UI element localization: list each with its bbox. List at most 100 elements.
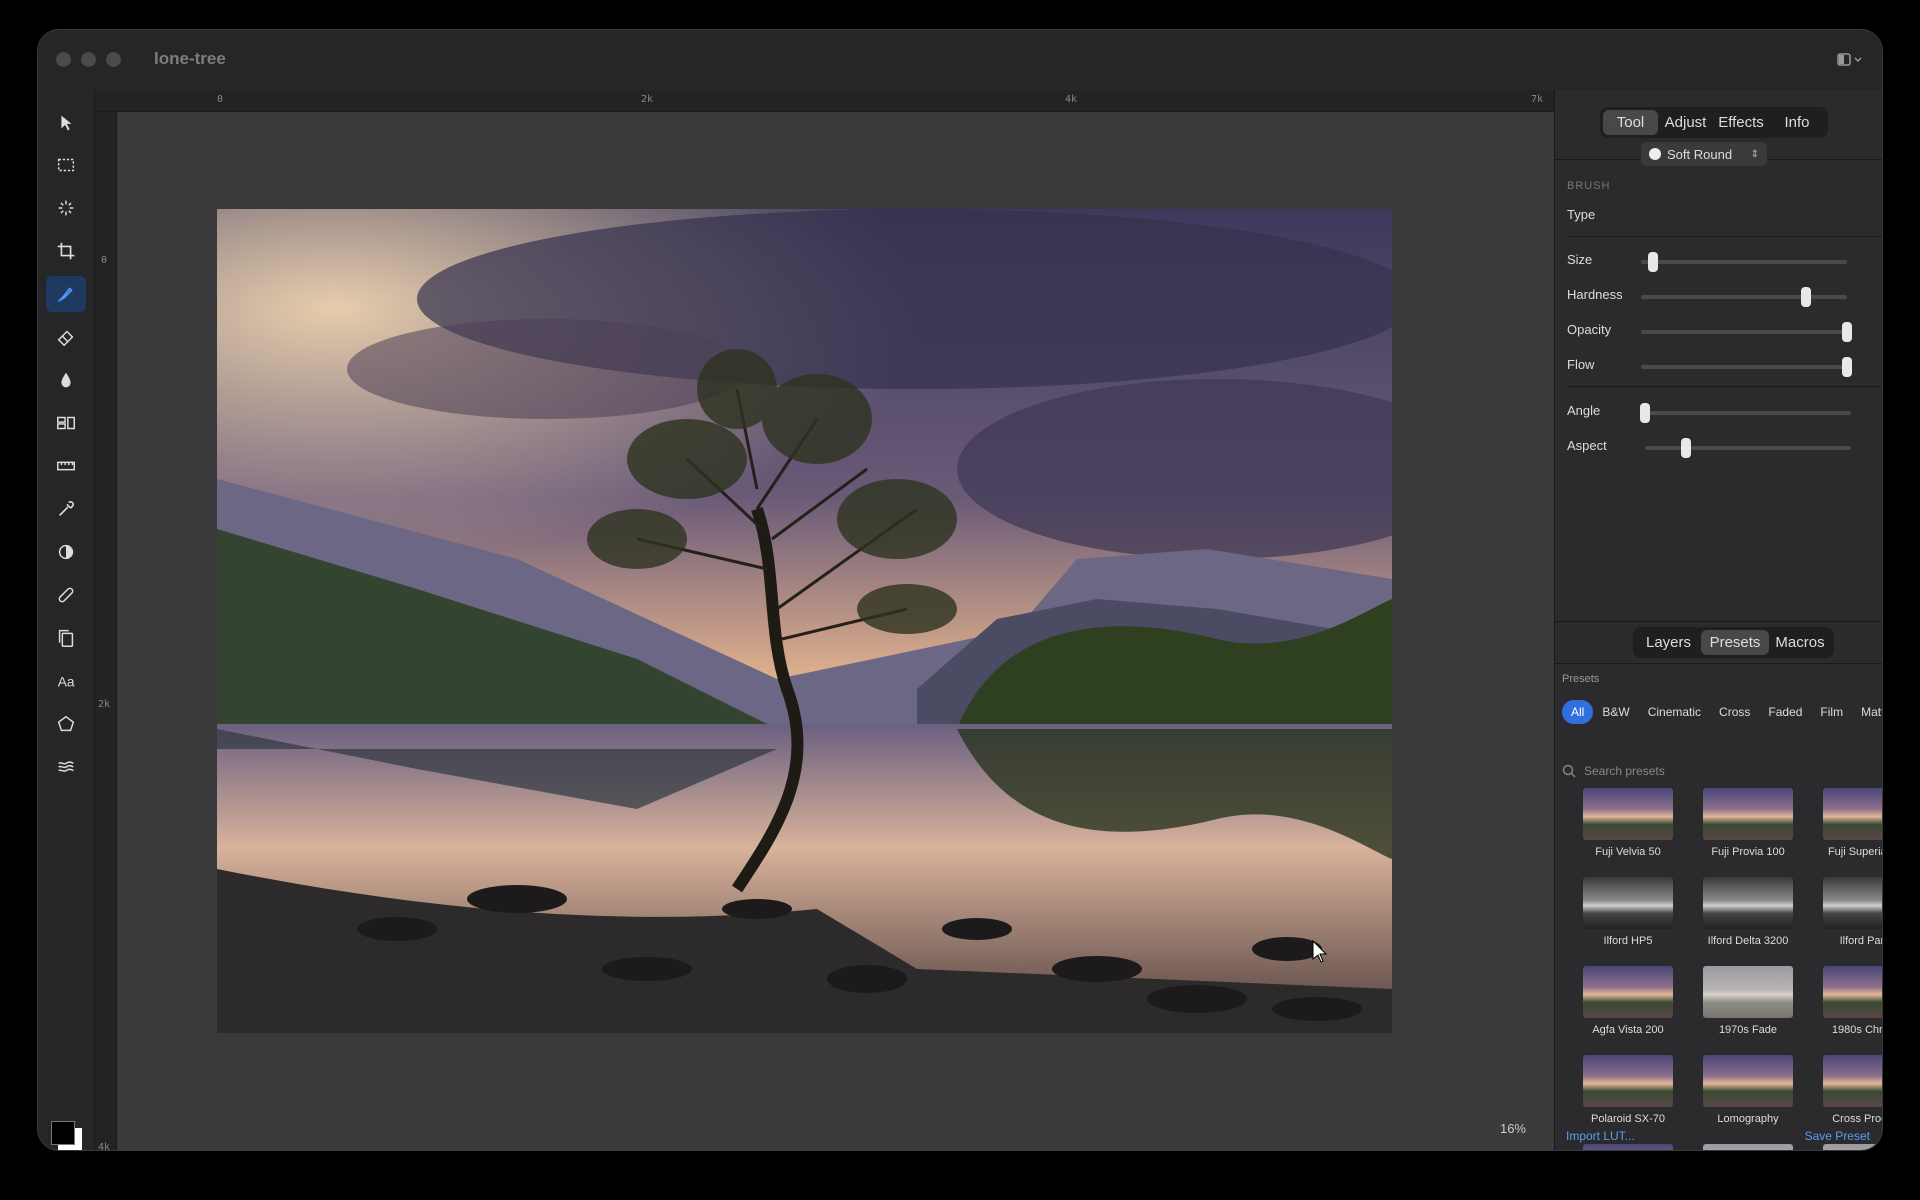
preset-item[interactable]: Cross Process <box>1808 1055 1882 1125</box>
filter-cinematic[interactable]: Cinematic <box>1639 700 1710 724</box>
slider-label: Flow <box>1567 357 1595 372</box>
preset-item[interactable]: Fuji Velvia 50 <box>1568 788 1688 858</box>
import-lut-link[interactable]: Import LUT... <box>1566 1129 1635 1143</box>
preset-name: Ilford Pan F <box>1839 935 1882 947</box>
preset-item[interactable]: Agfa Vista 200 <box>1568 966 1688 1036</box>
slider-label: Aspect <box>1567 438 1607 453</box>
filter-bw[interactable]: B&W <box>1593 700 1638 724</box>
marquee-tool[interactable] <box>46 147 86 183</box>
preset-name: 1970s Fade <box>1718 1024 1778 1036</box>
preset-item[interactable]: Polaroid SX-70 <box>1568 1055 1688 1125</box>
filter-matte[interactable]: Matte <box>1852 700 1882 724</box>
document-image[interactable] <box>217 209 1392 1033</box>
ruler-label: 2k <box>98 699 111 710</box>
slider-knob[interactable] <box>1640 403 1650 423</box>
preset-item[interactable]: Ilford HP5 <box>1568 877 1688 947</box>
measure-tool[interactable] <box>46 448 86 484</box>
preset-thumbnail <box>1703 966 1793 1018</box>
crop-tool[interactable] <box>46 233 86 269</box>
preset-name: Ilford Delta 3200 <box>1707 935 1789 947</box>
preset-item[interactable]: Lomography <box>1688 1055 1808 1125</box>
slider-label: Hardness <box>1567 287 1623 302</box>
divider <box>1554 621 1882 622</box>
zoom-button[interactable] <box>106 52 121 67</box>
preset-thumbnail <box>1823 966 1882 1018</box>
vertical-ruler: 0 2k 4k <box>95 112 117 1150</box>
divider <box>1567 386 1882 387</box>
text-tool[interactable]: Aa <box>46 663 86 699</box>
filter-cross[interactable]: Cross <box>1710 700 1759 724</box>
library-tabs: Layers Presets Macros <box>1633 627 1834 658</box>
preset-name: Fuji Velvia 50 <box>1595 846 1661 858</box>
ruler-label: 7k <box>1531 94 1544 105</box>
eraser-tool[interactable] <box>46 319 86 355</box>
tab-adjust[interactable]: Adjust <box>1658 110 1713 135</box>
zoom-level[interactable]: 16% <box>1500 1121 1526 1136</box>
heal-tool[interactable] <box>46 577 86 613</box>
preset-item[interactable]: Fuji Provia 100 <box>1688 788 1808 858</box>
brush-type-select[interactable]: Soft Round ⇕ <box>1641 142 1767 166</box>
slider-knob[interactable] <box>1648 252 1659 272</box>
magic-wand-icon <box>58 200 74 216</box>
preset-item[interactable]: 1970s Fade <box>1688 966 1808 1036</box>
preset-item[interactable]: Fuji Superia 400 <box>1808 788 1882 858</box>
slider-track[interactable] <box>1641 322 1852 342</box>
tab-info[interactable]: Info <box>1769 110 1825 135</box>
brush-tool[interactable] <box>46 276 86 312</box>
slider-track[interactable] <box>1645 438 1851 458</box>
clone-tool[interactable] <box>46 620 86 656</box>
text-icon: Aa <box>58 675 75 690</box>
eyedropper-tool[interactable] <box>46 491 86 527</box>
preset-item[interactable]: Ilford Delta 3200 <box>1688 877 1808 947</box>
preset-item[interactable]: Ilford Pan F <box>1808 877 1882 947</box>
tab-effects[interactable]: Effects <box>1713 110 1769 135</box>
slider-track[interactable] <box>1641 287 1847 307</box>
eyedropper-icon <box>58 501 74 517</box>
preset-search[interactable]: Search presets <box>1562 764 1665 778</box>
marquee-icon <box>57 158 75 172</box>
preset-name: 1980s Chrome <box>1831 1024 1883 1036</box>
tab-presets[interactable]: Presets <box>1701 630 1769 655</box>
filter-all[interactable]: All <box>1562 700 1594 724</box>
slider-track[interactable] <box>1641 252 1847 272</box>
blur-tool[interactable] <box>46 362 86 398</box>
slider-track[interactable] <box>1641 357 1852 377</box>
slider-value: 1.00 <box>1850 439 1882 453</box>
contrast-tool[interactable] <box>46 534 86 570</box>
preset-name: Agfa Vista 200 <box>1592 1024 1664 1036</box>
slider-value: 100% <box>1850 358 1882 372</box>
view-toggle-button[interactable] <box>1830 45 1870 75</box>
foreground-color-swatch[interactable] <box>51 1121 75 1145</box>
ruler-label: 0 <box>217 94 224 105</box>
preset-thumbnail <box>1583 1055 1673 1107</box>
search-icon <box>1562 764 1576 778</box>
preset-thumbnail <box>1583 788 1673 840</box>
slider-knob[interactable] <box>1800 287 1811 307</box>
landscape-photo <box>217 209 1392 1033</box>
bandage-icon <box>58 587 74 603</box>
tab-macros[interactable]: Macros <box>1769 630 1831 655</box>
polygon-icon <box>57 715 75 732</box>
ruler-label: 2k <box>641 94 654 105</box>
close-button[interactable] <box>56 52 71 67</box>
select-tool[interactable] <box>46 105 86 141</box>
shape-tool[interactable] <box>46 706 86 742</box>
filter-film[interactable]: Film <box>1811 700 1852 724</box>
drop-icon <box>61 372 71 388</box>
contrast-icon <box>58 544 74 560</box>
crop-icon <box>57 242 75 260</box>
slider-knob[interactable] <box>1681 438 1692 458</box>
filter-faded[interactable]: Faded <box>1759 700 1811 724</box>
slider-track[interactable] <box>1640 403 1851 423</box>
magic-wand-tool[interactable] <box>46 190 86 226</box>
save-preset-link[interactable]: Save Preset <box>1805 1129 1870 1143</box>
preset-item[interactable]: 1980s Chrome <box>1808 966 1883 1036</box>
tab-tool[interactable]: Tool <box>1603 110 1658 135</box>
align-tool[interactable] <box>46 405 86 441</box>
ruler-icon <box>57 461 75 471</box>
tab-layers[interactable]: Layers <box>1636 630 1701 655</box>
preset-thumbnail <box>1823 877 1882 929</box>
minimize-button[interactable] <box>81 52 96 67</box>
liquify-tool[interactable] <box>46 749 86 785</box>
slider-label: Opacity <box>1567 322 1612 337</box>
